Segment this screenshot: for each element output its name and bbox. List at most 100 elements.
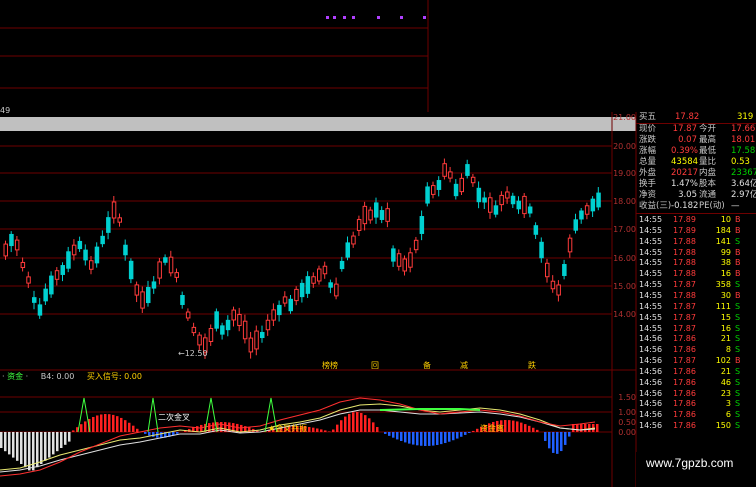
histogram-bar [532,427,535,432]
tick-price: 17.86 [673,421,696,431]
tick-row[interactable]: 14:55 17.88 30 B [637,291,756,302]
quote-row: 外盘 20217 内盘 23367 [637,168,756,179]
event-marker[interactable]: 回 [371,360,379,371]
histogram-bar [400,432,403,441]
candle-body [123,244,128,256]
info-bar [0,117,636,131]
tick-row[interactable]: 14:56 17.86 6 S [637,410,756,421]
quote-label: 股本 [699,179,717,189]
histogram-bar [24,432,27,468]
histogram-bar [148,432,151,436]
indicator-tick: 0.50 [618,418,636,427]
histogram-bar [200,424,203,432]
tick-volume: 15 [720,312,731,322]
tick-side: B [735,215,741,224]
histogram-bar [44,432,47,461]
quote-value: 0.53 [731,157,750,167]
quote-label: 涨幅 [639,146,657,156]
candle-body [305,276,311,294]
quote-row: 总量 43584 量比 0.53 [637,157,756,168]
tick-row[interactable]: 14:56 17.86 21 S [637,334,756,345]
histogram-bar [80,424,83,432]
event-marker[interactable]: 减 [460,360,468,371]
tick-time: 14:56 [639,377,663,387]
histogram-bar [4,432,7,452]
candle-body [465,164,470,176]
quote-value: 20217 [671,168,699,178]
histogram-bar [48,432,51,458]
tick-row[interactable]: 14:55 17.87 16 S [637,324,756,335]
candle-body [550,280,556,290]
candle-body [254,330,259,350]
tick-side: B [735,225,741,235]
indicator-header[interactable]: · 资金 · B4: 0.00 买入信号: 0.00 [2,371,142,382]
quote-label: 收益(三) [639,201,672,211]
tick-row[interactable]: 14:55 17.88 38 B [637,258,756,269]
indicator-tick: 1.50 [618,393,636,402]
tick-row[interactable]: 14:55 17.87 111 S [637,302,756,313]
event-marker[interactable]: 备 [423,360,431,371]
candle-body [168,256,174,274]
histogram-bar [576,424,579,432]
histogram-bar [20,432,23,464]
tick-row[interactable]: 14:55 17.87 15 S [637,313,756,324]
tick-row[interactable]: 14:55 17.88 141 S [637,237,756,248]
candle-body [288,298,293,312]
quote-label: 流通 [699,190,717,200]
tick-row[interactable]: 14:55 17.88 99 B [637,248,756,259]
tick-row[interactable]: 14:56 17.86 3 S [637,399,756,410]
quote-label: PE(动) [699,201,725,211]
histogram-bar [64,432,67,445]
histogram-bar [228,422,231,432]
tick-time: 14:55 [639,225,663,235]
tick-price: 17.87 [673,323,696,333]
tick-row[interactable]: 14:56 17.86 21 S [637,367,756,378]
candle-body [402,258,407,272]
candle-body [385,208,390,222]
histogram-bar [8,432,11,455]
histogram-bar [428,432,431,446]
histogram-bar [328,431,331,432]
histogram-bar [508,420,511,432]
histogram-bar [512,420,515,432]
tick-time: 14:56 [639,345,663,355]
candle-body [545,262,550,278]
tick-row[interactable]: 14:56 17.87 102 B [637,356,756,367]
histogram-bar [100,414,103,432]
histogram-bar [336,424,339,432]
histogram-bar [344,416,347,432]
tick-time: 14:55 [639,290,663,300]
candle-body [505,191,510,199]
histogram-bar [124,420,127,432]
tick-row[interactable]: 14:56 17.86 46 S [637,378,756,389]
tick-row[interactable]: 14:55 17.89 184 B [637,226,756,237]
candle-body [3,243,8,257]
histogram-bar [436,432,439,445]
histogram-bar [568,432,571,437]
histogram-bar [556,432,559,454]
quote-value: 17.66 [731,124,756,134]
candle-body [54,270,60,280]
indicator-collapse-icon[interactable]: · [2,372,5,381]
quote-value: 0.39% [671,146,699,156]
histogram-bar [108,414,111,432]
histogram-bar [332,429,335,432]
candle-body [419,216,425,234]
quote-label: 量比 [699,157,717,167]
tick-volume: 358 [715,280,731,290]
candle-body [396,253,402,267]
tick-volume: 184 [715,225,731,235]
tick-row[interactable]: 14:55 17.89 10 B [637,215,756,226]
tick-side: S [735,366,741,376]
event-marker[interactable]: 榜榜 [322,360,338,371]
candle-body [100,235,105,245]
histogram-bar [372,422,375,432]
tick-row[interactable]: 14:55 17.88 16 B [637,269,756,280]
candle-body [470,176,476,184]
candle-body [277,304,282,316]
event-marker[interactable]: 跌 [528,360,536,371]
tick-row[interactable]: 14:55 17.87 358 S [637,280,756,291]
tick-row[interactable]: 14:56 17.86 8 S [637,345,756,356]
tick-row[interactable]: 14:56 17.86 23 S [637,389,756,400]
tick-row[interactable]: 14:56 17.86 150 S [637,421,756,432]
